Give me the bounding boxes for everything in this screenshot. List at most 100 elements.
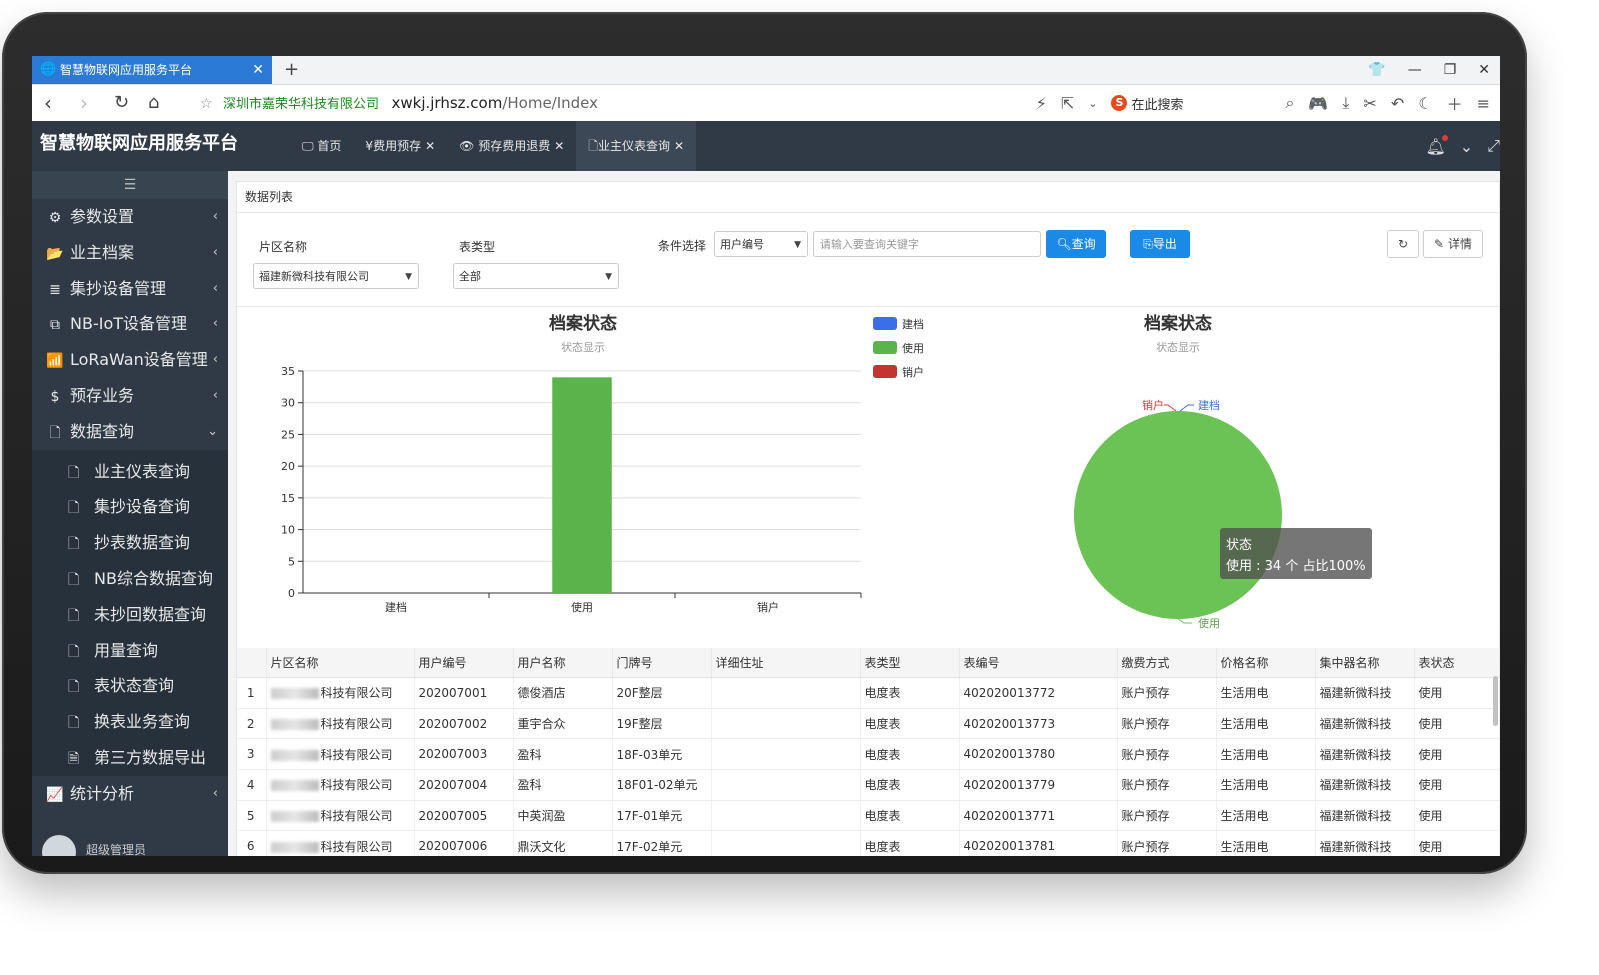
column-header[interactable]: 表状态 <box>1414 648 1500 678</box>
column-header[interactable]: 集中器名称 <box>1315 648 1415 678</box>
sidebar-item-2[interactable]: ≣ 集抄设备管理 ‹ <box>32 271 228 307</box>
tab-home[interactable]: 🖵 首页 <box>290 121 353 171</box>
sidebar-toggle-icon[interactable]: ☰ <box>32 171 228 199</box>
chevron-down-icon[interactable]: ⌄ <box>1088 97 1097 110</box>
undo-icon[interactable]: ↶ <box>1391 94 1404 113</box>
fullscreen-icon[interactable]: ⤢ <box>1487 136 1500 156</box>
sidebar-item-6[interactable]: 🗋 数据查询 ⌄ <box>32 414 228 450</box>
file-icon: 🗋 <box>68 500 80 517</box>
file-icon: 🗋 <box>68 643 80 660</box>
user-profile[interactable]: 超级管理员 <box>32 831 228 856</box>
minimize-icon[interactable]: — <box>1408 56 1422 84</box>
close-tab-icon[interactable]: ✕ <box>252 56 264 84</box>
type-select[interactable]: 全部 ▼ <box>453 263 619 289</box>
forward-icon[interactable]: › <box>80 85 88 121</box>
column-header[interactable] <box>237 648 267 678</box>
table-row[interactable]: 3 科技有限公司 202007003 盈科 18F-03单元 电度表 40202001378… <box>237 738 1500 771</box>
close-icon[interactable]: ✕ <box>554 139 564 153</box>
sidebar-item-4[interactable]: 📶 LoRaWan设备管理 ‹ <box>32 342 228 378</box>
add-icon[interactable]: ＋ <box>1447 91 1463 115</box>
redacted-text <box>270 780 319 792</box>
query-button[interactable]: 🔍︎查询 <box>1046 230 1106 258</box>
sidebar-subitem-2[interactable]: 🗋 抄表数据查询 <box>32 525 228 561</box>
column-header[interactable]: 用户名称 <box>513 648 613 678</box>
reload-icon[interactable]: ↻ <box>114 85 129 121</box>
download-icon[interactable]: ⤓ <box>1342 93 1349 113</box>
legend-swatch[interactable] <box>873 341 897 354</box>
keyword-input[interactable]: 请输入要查询关键字 <box>813 231 1041 257</box>
close-icon[interactable]: ✕ <box>674 139 684 153</box>
export-button[interactable]: ⎘导出 <box>1130 230 1190 258</box>
search-icon[interactable]: ⌕ <box>1285 93 1294 113</box>
table-cell: 202007004 <box>414 769 514 801</box>
new-tab-icon[interactable]: + <box>284 56 299 84</box>
column-header[interactable]: 片区名称 <box>266 648 415 678</box>
detail-button[interactable]: ✎ 详情 <box>1423 230 1483 258</box>
table-cell: 科技有限公司 <box>266 738 415 771</box>
sidebar-subitem-7[interactable]: 🗋 换表业务查询 <box>32 704 228 740</box>
refresh-button[interactable]: ↻ <box>1387 230 1419 258</box>
restore-icon[interactable]: ❐ <box>1444 56 1457 84</box>
url-field[interactable]: ☆ 深圳市嘉荣华科技有限公司 xwkj.jrhsz.com/Home/Index <box>200 85 598 121</box>
sidebar-item-0[interactable]: ⚙ 参数设置 ‹ <box>32 199 228 235</box>
gamepad-icon[interactable]: 🎮 <box>1308 94 1328 113</box>
table-row[interactable]: 1 科技有限公司 202007001 德俊酒店 20F整层 电度表 402020013772… <box>237 677 1500 709</box>
legend-swatch[interactable] <box>873 317 897 330</box>
home-icon[interactable]: ⌂ <box>148 85 159 121</box>
condition-select[interactable]: 用户编号 ▼ <box>714 231 808 257</box>
table-cell: 2 <box>237 708 267 740</box>
column-header[interactable]: 表编号 <box>959 648 1118 678</box>
close-icon[interactable]: ✕ <box>425 139 435 153</box>
table-row[interactable]: 2 科技有限公司 202007002 重宇合众 19F整层 电度表 402020013773… <box>237 708 1500 740</box>
sidebar-subitem-3[interactable]: 🗋 NB综合数据查询 <box>32 561 228 597</box>
back-icon[interactable]: ‹ <box>44 85 52 121</box>
browser-tab[interactable]: 🌐 智慧物联网应用服务平台 ✕ <box>32 56 272 84</box>
pie-label: 使用 <box>1198 617 1220 630</box>
column-header[interactable]: 表类型 <box>860 648 960 678</box>
sidebar-subitem-8[interactable]: 🗎 第三方数据导出 <box>32 740 228 776</box>
sidebar-subitem-6[interactable]: 🗋 表状态查询 <box>32 668 228 704</box>
sidebar-item-1[interactable]: 📂 业主档案 ‹ <box>32 235 228 271</box>
sidebar-subitem-5[interactable]: 🗋 用量查询 <box>32 633 228 669</box>
table-row[interactable]: 5 科技有限公司 202007005 中英润盈 17F-01单元 电度表 402020013… <box>237 800 1500 832</box>
area-select[interactable]: 福建新微科技有限公司 ▼ <box>253 263 419 289</box>
scissors-icon[interactable]: ✂ <box>1363 94 1376 113</box>
column-header[interactable]: 用户编号 <box>414 648 514 678</box>
detail-button-label: 详情 <box>1447 237 1472 251</box>
tab-prepay-refund[interactable]: 👁 预存费用退费 ✕ <box>447 121 576 171</box>
legend-swatch[interactable] <box>873 365 897 378</box>
column-header[interactable]: 详细住址 <box>711 648 861 678</box>
lightning-icon[interactable]: ⚡ <box>1036 94 1047 113</box>
sidebar-subitem-1[interactable]: 🗋 集抄设备查询 <box>32 489 228 525</box>
pie-slice[interactable] <box>1074 411 1282 619</box>
sidebar-subitem-4[interactable]: 🗋 未抄回数据查询 <box>32 597 228 633</box>
bell-icon[interactable]: 🔔︎ <box>1425 134 1448 156</box>
share-icon[interactable]: ⇱ <box>1061 94 1074 113</box>
moon-icon[interactable]: ☾ <box>1418 94 1432 113</box>
table-cell: 中英润盈 <box>513 800 613 832</box>
table-row[interactable]: 4 科技有限公司 202007004 盈科 18F01-02单元 电度表 402020013… <box>237 769 1500 801</box>
column-header[interactable]: 缴费方式 <box>1117 648 1217 678</box>
sidebar-subitem-label: 集抄设备查询 <box>94 497 191 517</box>
tab-owner-meter-query[interactable]: 🗋业主仪表查询 ✕ <box>576 121 697 171</box>
tooltip-text: 使用 : 34 个 占比100% <box>1226 558 1366 574</box>
close-window-icon[interactable]: ✕ <box>1478 56 1490 84</box>
sidebar-item-stats[interactable]: 📈 统计分析 ‹ <box>32 776 228 812</box>
table-row[interactable]: 6 科技有限公司 202007006 鼎沃文化 17F-02单元 电度表 402020013… <box>237 830 1500 856</box>
tshirt-icon[interactable]: 👕 <box>1368 56 1385 84</box>
table-cell: 重宇合众 <box>513 708 613 740</box>
column-header[interactable]: 门牌号 <box>612 648 712 678</box>
column-header[interactable]: 价格名称 <box>1216 648 1316 678</box>
file-icon: 🗋 <box>68 607 80 624</box>
menu-icon[interactable]: ≡ <box>1477 94 1490 113</box>
tab-fee-prepay[interactable]: ¥费用预存 ✕ <box>353 121 447 171</box>
star-icon[interactable]: ☆ <box>200 96 213 112</box>
search-box[interactable]: S 在此搜索 <box>1111 94 1271 113</box>
sidebar-item-3[interactable]: ⧉ NB-IoT设备管理 ‹ <box>32 306 228 342</box>
table-scrollbar[interactable] <box>1493 676 1498 726</box>
chevron-down-icon[interactable]: ⌄ <box>1460 137 1473 156</box>
sidebar-item-5[interactable]: $ 预存业务 ‹ <box>32 378 228 414</box>
bar[interactable] <box>552 377 612 593</box>
table-cell: 17F-02单元 <box>612 830 712 856</box>
sidebar-subitem-0[interactable]: 🗋 业主仪表查询 <box>32 454 228 490</box>
